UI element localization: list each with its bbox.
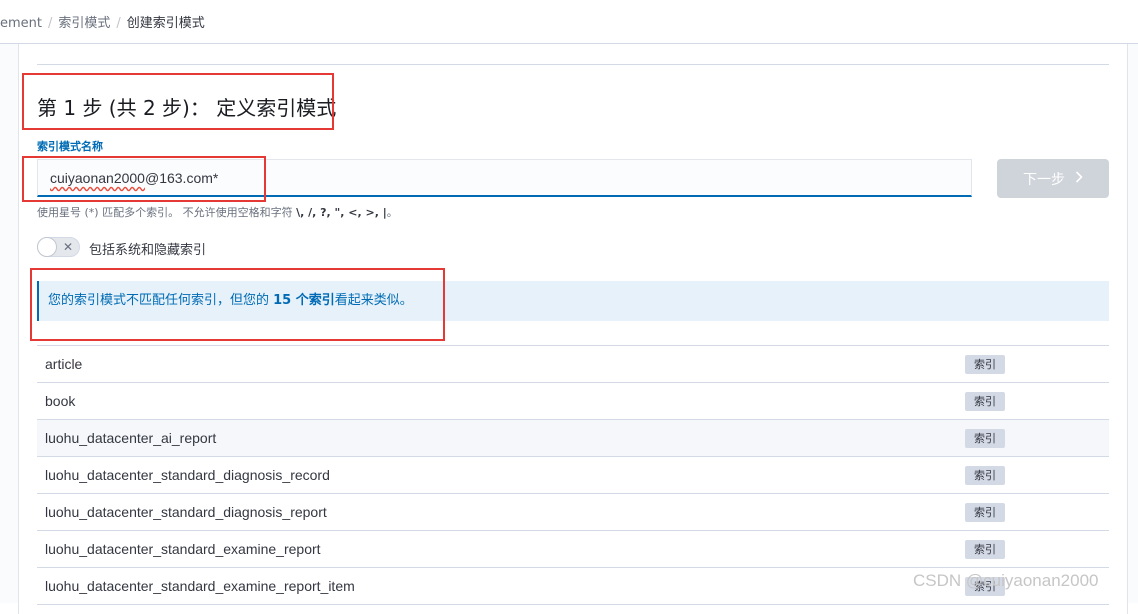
include-system-toggle[interactable]: ✕ [37,237,80,257]
table-row: book 索引 [37,383,1109,420]
breadcrumb: ement / 索引模式 / 创建索引模式 [0,12,205,31]
index-pattern-value-part: cuiyaonan2000 [50,170,145,186]
index-table: article 索引 book 索引 luohu_datacenter_ai_r… [37,345,1109,605]
index-badge: 索引 [965,392,1005,411]
chevron-right-icon [1075,170,1083,187]
next-step-button[interactable]: 下一步 [997,159,1109,198]
breadcrumb-item-management[interactable]: ement [0,16,42,31]
no-match-callout: 您的索引模式不匹配任何索引，但您的 15 个索引看起来类似。 [37,281,1109,321]
index-badge: 索引 [965,503,1005,522]
index-name: luohu_datacenter_ai_report [45,430,217,446]
breadcrumb-separator: / [48,16,53,31]
next-step-label: 下一步 [1023,171,1065,188]
breadcrumb-item-create-index-pattern: 创建索引模式 [126,16,205,31]
divider [37,64,1109,65]
table-row: luohu_datacenter_standard_diagnosis_repo… [37,494,1109,531]
table-row: article 索引 [37,346,1109,383]
index-pattern-input[interactable]: cuiyaonan2000@163.com* [37,159,972,197]
breadcrumb-separator: / [116,16,121,31]
watermark: CSDN @cuiyaonan2000 [913,571,1099,590]
table-row: luohu_datacenter_standard_diagnosis_reco… [37,457,1109,494]
index-badge: 索引 [965,355,1005,374]
index-name: luohu_datacenter_standard_examine_report… [45,578,355,594]
top-bar: ement / 索引模式 / 创建索引模式 [0,0,1138,44]
callout-text: 您的索引模式不匹配任何索引，但您的 [48,293,274,308]
callout-highlight: 15 个索引 [273,293,335,308]
table-row: luohu_datacenter_standard_examine_report… [37,531,1109,568]
toggle-knob [37,237,57,257]
help-text: 使用星号 (*) 匹配多个索引。 不允许使用空格和字符 \, /, ?, ", … [37,204,398,220]
index-badge: 索引 [965,466,1005,485]
index-name: luohu_datacenter_standard_examine_report [45,541,321,557]
page-title: 第 1 步 (共 2 步)： 定义索引模式 [37,96,337,120]
index-pattern-value-part: @163.com* [144,170,219,186]
help-text-suffix: 。 [386,206,398,219]
index-badge: 索引 [965,429,1005,448]
index-badge: 索引 [965,540,1005,559]
include-system-label[interactable]: 包括系统和隐藏索引 [89,239,206,258]
index-name: luohu_datacenter_standard_diagnosis_reco… [45,467,330,483]
cross-icon: ✕ [63,240,74,254]
table-row: luohu_datacenter_ai_report 索引 [37,420,1109,457]
index-name: book [45,393,76,409]
callout-text: 看起来类似。 [334,293,413,308]
index-pattern-label: 索引模式名称 [37,140,103,153]
breadcrumb-item-index-patterns[interactable]: 索引模式 [58,16,110,31]
help-text-chars: \, /, ?, ", <, >, | [296,206,387,219]
index-name: article [45,356,83,372]
help-text-prefix: 使用星号 (*) 匹配多个索引。 不允许使用空格和字符 [37,206,297,219]
index-name: luohu_datacenter_standard_diagnosis_repo… [45,504,327,520]
